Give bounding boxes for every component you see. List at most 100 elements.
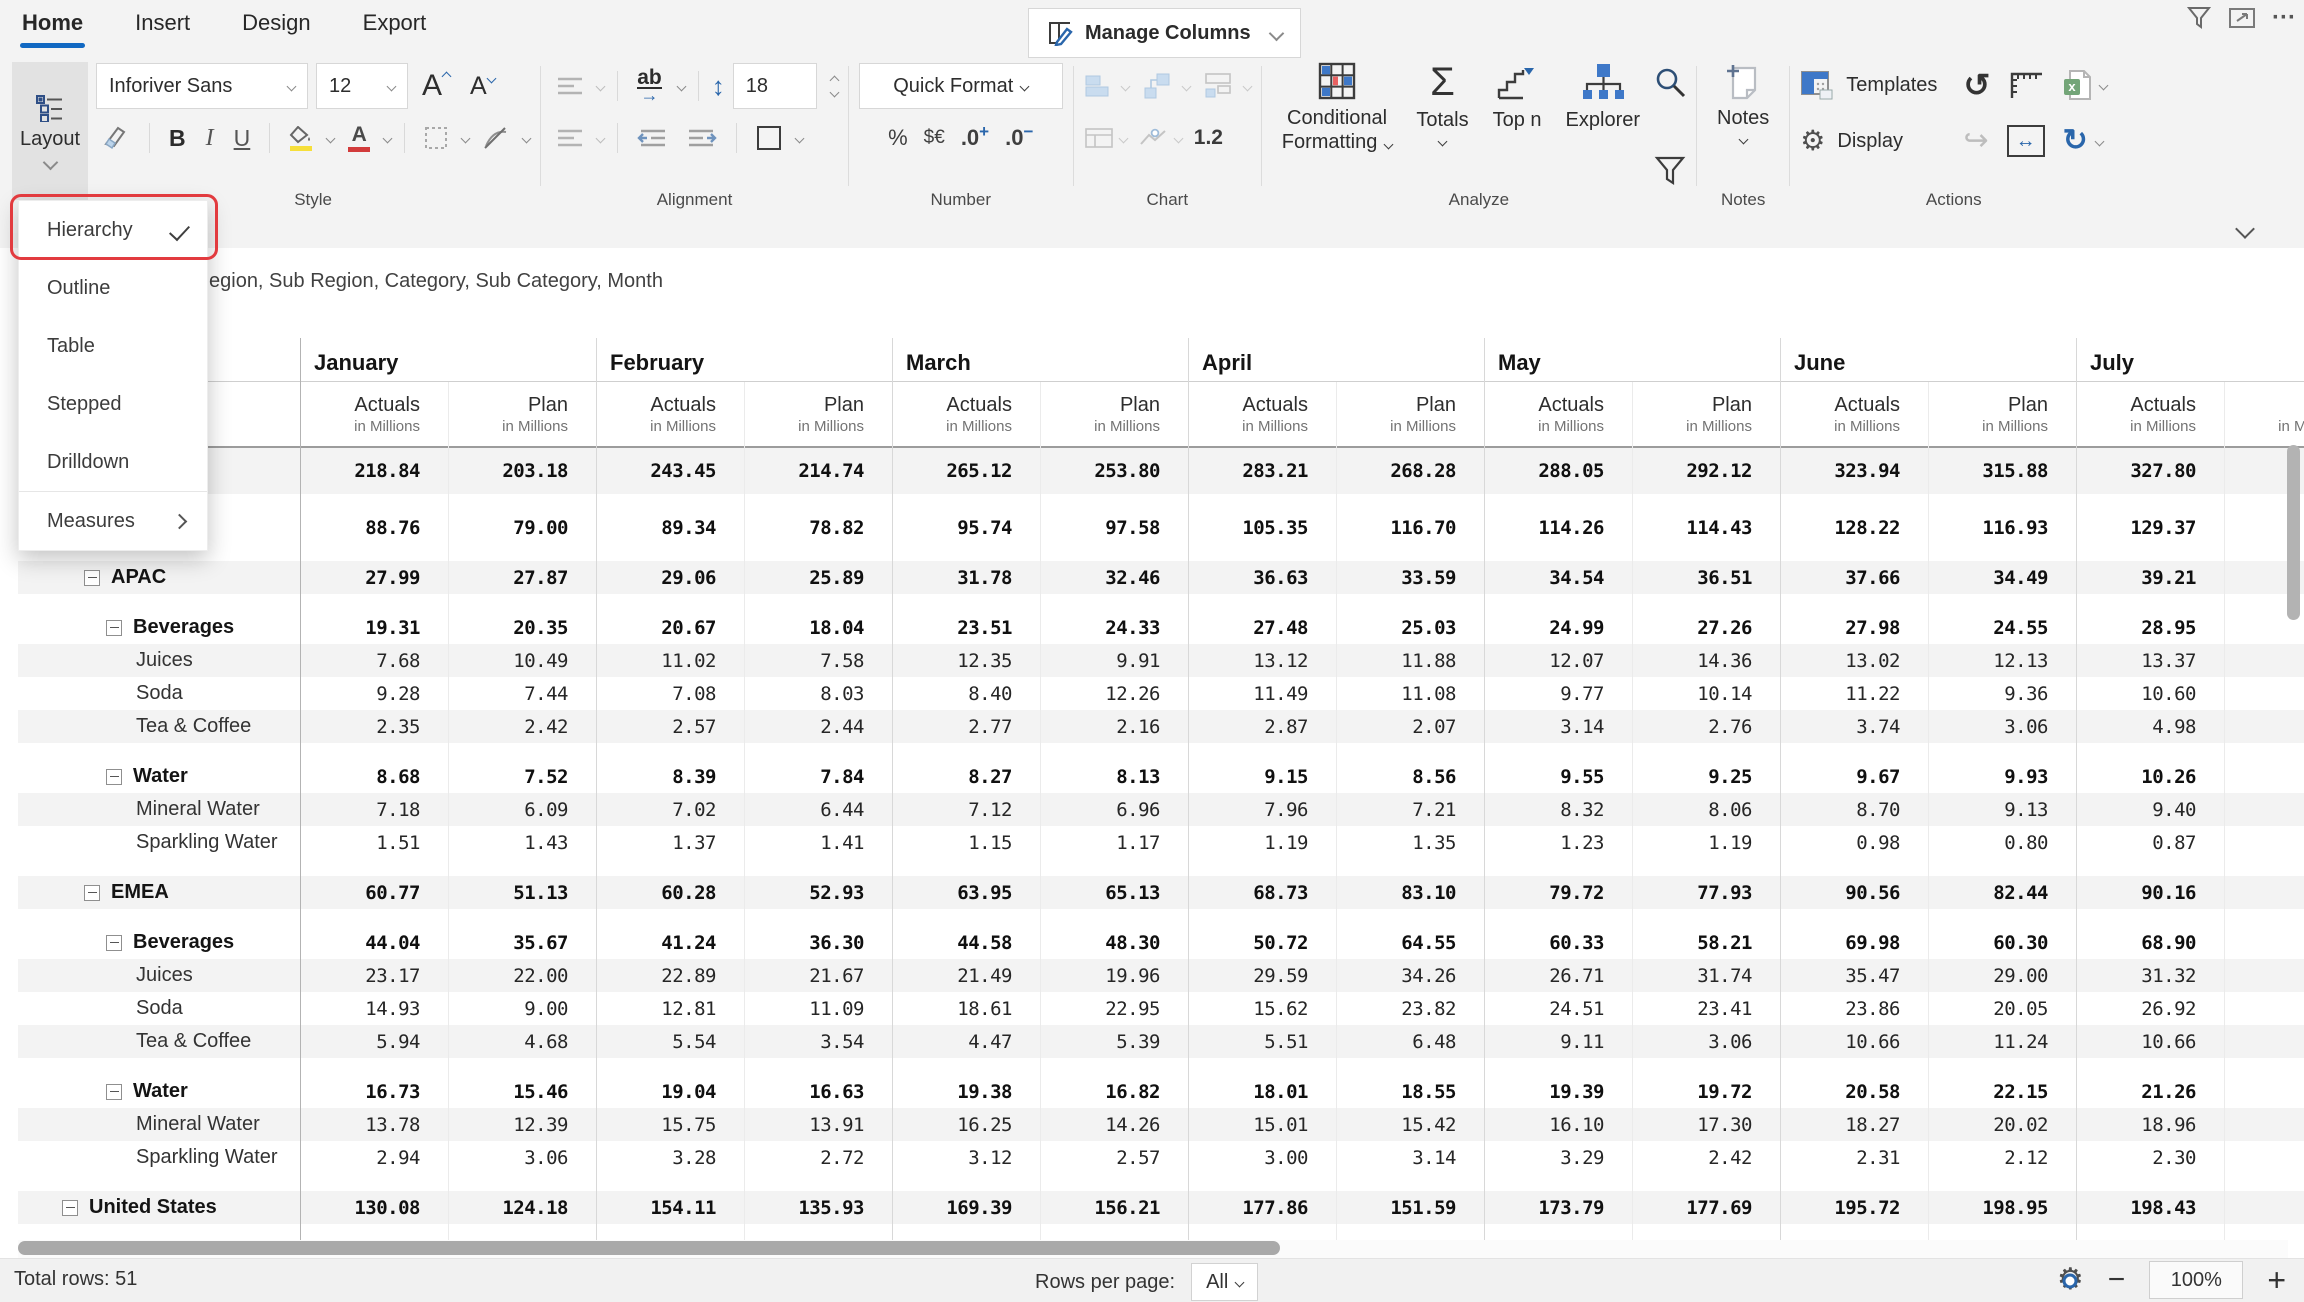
table-row[interactable]: APAC27.9927.8729.0625.8931.7832.4636.633…: [18, 561, 2304, 594]
row-height-input[interactable]: 18: [733, 63, 817, 109]
table-row[interactable]: Juices23.1722.0022.8921.6721.4919.9629.5…: [18, 959, 2304, 992]
fit-width-button[interactable]: ↔: [2007, 125, 2045, 157]
expand-icon[interactable]: [2228, 6, 2256, 30]
export-excel-button[interactable]: x: [2062, 69, 2107, 101]
totals-button[interactable]: Σ Totals: [1406, 62, 1478, 200]
chevron-down-icon[interactable]: [1118, 133, 1128, 143]
top-n-button[interactable]: Top n: [1483, 62, 1552, 200]
menu-item-measures[interactable]: Measures: [19, 492, 207, 550]
underline-button[interactable]: U: [228, 125, 257, 152]
chevron-down-icon[interactable]: [1181, 81, 1191, 91]
table-row[interactable]: 88.7679.0089.3478.8295.7497.58105.35116.…: [18, 511, 2304, 544]
table-row[interactable]: Tea & Coffee2.352.422.572.442.772.162.87…: [18, 710, 2304, 743]
collapse-ribbon-icon[interactable]: [2235, 219, 2255, 239]
chevron-down-icon[interactable]: [596, 81, 606, 91]
table-row[interactable]: 218.84203.18243.45214.74265.12253.80283.…: [18, 448, 2304, 494]
decrease-decimal-button[interactable]: .0−: [1005, 125, 1033, 151]
font-color-button[interactable]: A: [342, 124, 376, 152]
table-row[interactable]: Sparkling Water2.943.063.282.723.122.573…: [18, 1141, 2304, 1174]
number-precision-button[interactable]: 1.2: [1194, 126, 1223, 150]
more-options-icon[interactable]: ···: [2272, 4, 2296, 32]
menu-item-stepped[interactable]: Stepped: [19, 375, 207, 433]
zoom-in-button[interactable]: +: [2267, 1262, 2286, 1299]
chevron-down-icon[interactable]: [1120, 81, 1130, 91]
table-row[interactable]: Tea & Coffee5.944.685.543.544.475.395.51…: [18, 1025, 2304, 1058]
chevron-down-icon[interactable]: [1242, 81, 1252, 91]
collapse-icon[interactable]: [84, 885, 100, 901]
hierarchy-chart-type-icon[interactable]: [1143, 72, 1175, 100]
table-chart-icon[interactable]: [1084, 127, 1114, 149]
collapse-icon[interactable]: [106, 620, 122, 636]
chevron-down-icon[interactable]: [522, 133, 532, 143]
sparkline-icon[interactable]: [1139, 127, 1169, 149]
manage-columns-button[interactable]: Manage Columns: [1028, 8, 1301, 58]
filter-icon[interactable]: [1654, 156, 1686, 186]
table-row[interactable]: Sparkling Water1.511.431.371.411.151.171…: [18, 826, 2304, 859]
chevron-down-icon[interactable]: [383, 133, 393, 143]
horizontal-align-icon[interactable]: [551, 76, 589, 96]
vertical-scrollbar[interactable]: [2287, 445, 2300, 620]
menu-item-drilldown[interactable]: Drilldown: [19, 433, 207, 491]
display-button[interactable]: ⚙ Display: [1800, 118, 1937, 164]
tab-insert[interactable]: Insert: [135, 10, 190, 48]
clear-border-button[interactable]: [477, 126, 515, 150]
layout-button[interactable]: Layout: [12, 62, 88, 200]
search-icon[interactable]: [1654, 66, 1686, 98]
increase-decimal-button[interactable]: .0+: [961, 125, 989, 151]
decrease-font-size-button[interactable]: A: [464, 72, 501, 101]
table-row[interactable]: Mineral Water7.186.097.026.447.126.967.9…: [18, 793, 2304, 826]
table-row[interactable]: Beverages19.3120.3520.6718.0423.5124.332…: [18, 611, 2304, 644]
table-row[interactable]: Water16.7315.4619.0416.6319.3816.8218.01…: [18, 1075, 2304, 1108]
conditional-formatting-button[interactable]: ConditionalFormatting: [1272, 62, 1403, 200]
format-painter-icon[interactable]: [96, 124, 136, 152]
decrease-indent-icon[interactable]: [631, 127, 673, 149]
table-row[interactable]: Soda14.939.0012.8111.0918.6122.9515.6223…: [18, 992, 2304, 1025]
increase-indent-icon[interactable]: [681, 127, 723, 149]
ruler-icon[interactable]: [2008, 70, 2044, 100]
bold-button[interactable]: B: [163, 125, 192, 152]
redo-button[interactable]: ↪: [1963, 126, 1988, 156]
menu-item-table[interactable]: Table: [19, 317, 207, 375]
layout-chart-type-icon[interactable]: [1204, 72, 1236, 100]
settings-gear-icon[interactable]: ⚙: [2057, 1265, 2084, 1295]
chevron-down-icon[interactable]: [596, 133, 606, 143]
font-size-select[interactable]: 12: [316, 63, 408, 109]
zoom-out-button[interactable]: −: [2108, 1263, 2126, 1297]
collapse-icon[interactable]: [84, 570, 100, 586]
chevron-down-icon[interactable]: [461, 133, 471, 143]
filter-icon[interactable]: [2186, 5, 2212, 31]
collapse-icon[interactable]: [62, 1200, 78, 1216]
table-row[interactable]: Soda9.287.447.088.038.4012.2611.4911.089…: [18, 677, 2304, 710]
row-height-stepper[interactable]: [831, 77, 838, 96]
collapse-icon[interactable]: [106, 1084, 122, 1100]
font-name-select[interactable]: Inforiver Sans: [96, 63, 308, 109]
table-row[interactable]: Water8.687.528.397.848.278.139.158.569.5…: [18, 760, 2304, 793]
table-row[interactable]: United States130.08124.18154.11135.93169…: [18, 1191, 2304, 1224]
explorer-button[interactable]: Explorer: [1556, 62, 1650, 200]
vertical-align-icon[interactable]: [551, 128, 589, 148]
menu-item-outline[interactable]: Outline: [19, 259, 207, 317]
bar-chart-type-icon[interactable]: [1084, 73, 1114, 99]
increase-font-size-button[interactable]: A: [416, 69, 456, 103]
horizontal-scrollbar[interactable]: [18, 1241, 1280, 1255]
quick-format-button[interactable]: Quick Format: [859, 63, 1063, 109]
table-row[interactable]: Mineral Water13.7812.3915.7513.9116.2514…: [18, 1108, 2304, 1141]
percent-format-button[interactable]: %: [888, 125, 908, 151]
table-row[interactable]: EMEA60.7751.1360.2852.9363.9565.1368.738…: [18, 876, 2304, 909]
templates-button[interactable]: Templates: [1800, 62, 1937, 108]
italic-button[interactable]: I: [200, 125, 220, 152]
tab-design[interactable]: Design: [242, 10, 310, 48]
tab-export[interactable]: Export: [363, 10, 427, 48]
chevron-down-icon[interactable]: [326, 133, 336, 143]
refresh-button[interactable]: ↻: [2063, 126, 2103, 156]
wrap-text-button[interactable]: ab →: [631, 70, 668, 101]
rows-per-page-select[interactable]: All: [1191, 1263, 1258, 1301]
menu-item-hierarchy[interactable]: Hierarchy: [19, 201, 207, 259]
chevron-down-icon[interactable]: [1173, 133, 1183, 143]
collapse-icon[interactable]: [106, 769, 122, 785]
chevron-down-icon[interactable]: [795, 133, 805, 143]
cell-border-icon[interactable]: [750, 125, 788, 151]
collapse-icon[interactable]: [106, 935, 122, 951]
currency-format-button[interactable]: $€: [924, 127, 945, 149]
fill-color-button[interactable]: [283, 126, 319, 151]
